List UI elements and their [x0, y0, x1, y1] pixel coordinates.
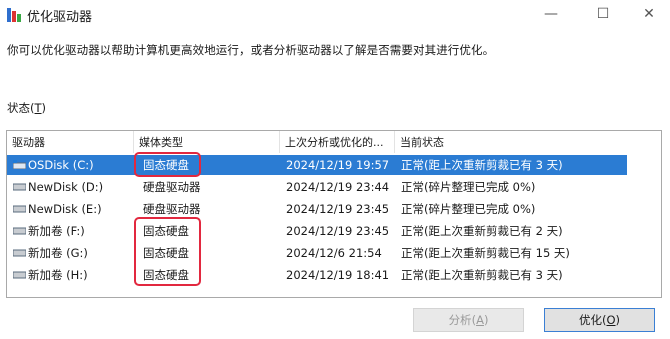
- column-header-media-type[interactable]: 媒体类型: [134, 131, 280, 153]
- media-type: 固态硬盘: [143, 158, 189, 172]
- media-type: 固态硬盘: [143, 246, 189, 260]
- last-run: 2024/12/19 19:57: [286, 158, 390, 172]
- drive-list[interactable]: 驱动器 媒体类型 上次分析或优化的... 当前状态 OSDisk (C:) 固态…: [6, 130, 662, 298]
- last-run: 2024/12/19 23:45: [286, 202, 390, 216]
- drive-name: NewDisk (D:): [28, 180, 104, 194]
- last-run: 2024/12/6 21:54: [286, 246, 382, 260]
- drive-row-f[interactable]: 新加卷 (F:) 固态硬盘 2024/12/19 23:45 正常(距上次重新剪…: [7, 221, 661, 241]
- last-run: 2024/12/19 23:44: [286, 180, 390, 194]
- window-title: 优化驱动器: [27, 10, 93, 25]
- list-header: 驱动器 媒体类型 上次分析或优化的... 当前状态: [7, 131, 661, 153]
- media-type: 硬盘驱动器: [143, 202, 201, 216]
- last-run: 2024/12/19 18:41: [286, 268, 390, 282]
- drive-name: 新加卷 (F:): [28, 224, 85, 238]
- current-status: 正常(距上次重新剪裁已有 2 天): [401, 224, 563, 238]
- current-status: 正常(碎片整理已完成 0%): [401, 180, 536, 194]
- drive-icon: [13, 227, 26, 235]
- drive-icon: [13, 183, 26, 191]
- drive-icon: [13, 205, 26, 213]
- drive-name: NewDisk (E:): [28, 202, 102, 216]
- optimize-button[interactable]: 优化(O): [544, 308, 655, 332]
- close-button[interactable]: ✕: [638, 4, 660, 24]
- column-header-drive[interactable]: 驱动器: [7, 131, 134, 153]
- drive-name: 新加卷 (H:): [28, 268, 88, 282]
- status-section-label: 状态(T): [7, 101, 47, 115]
- current-status: 正常(距上次重新剪裁已有 15 天): [401, 246, 570, 260]
- column-header-status[interactable]: 当前状态: [395, 131, 661, 153]
- analyze-button[interactable]: 分析(A): [413, 308, 524, 332]
- column-header-last-run[interactable]: 上次分析或优化的...: [280, 131, 395, 153]
- drive-name: OSDisk (C:): [28, 158, 94, 172]
- current-status: 正常(距上次重新剪裁已有 3 天): [401, 268, 563, 282]
- drive-row-c[interactable]: OSDisk (C:) 固态硬盘 2024/12/19 19:57 正常(距上次…: [7, 155, 627, 175]
- drive-name: 新加卷 (G:): [28, 246, 88, 260]
- drive-icon: [13, 249, 26, 257]
- drive-row-h[interactable]: 新加卷 (H:) 固态硬盘 2024/12/19 18:41 正常(距上次重新剪…: [7, 265, 661, 285]
- minimize-button[interactable]: —: [540, 4, 562, 24]
- drive-row-e[interactable]: NewDisk (E:) 硬盘驱动器 2024/12/19 23:45 正常(碎…: [7, 199, 661, 219]
- current-status: 正常(距上次重新剪裁已有 3 天): [401, 158, 563, 172]
- drive-row-g[interactable]: 新加卷 (G:) 固态硬盘 2024/12/6 21:54 正常(距上次重新剪裁…: [7, 243, 661, 263]
- description-text: 你可以优化驱动器以帮助计算机更高效地运行，或者分析驱动器以了解是否需要对其进行优…: [7, 43, 495, 57]
- title-bar: 优化驱动器 — ☐ ✕: [0, 0, 670, 30]
- maximize-button[interactable]: ☐: [592, 4, 614, 24]
- defrag-app-icon: [7, 8, 21, 22]
- last-run: 2024/12/19 23:45: [286, 224, 390, 238]
- drive-icon: [13, 160, 26, 169]
- current-status: 正常(碎片整理已完成 0%): [401, 202, 536, 216]
- media-type: 固态硬盘: [143, 268, 189, 282]
- media-type: 硬盘驱动器: [143, 180, 201, 194]
- drive-row-d[interactable]: NewDisk (D:) 硬盘驱动器 2024/12/19 23:44 正常(碎…: [7, 177, 661, 197]
- media-type: 固态硬盘: [143, 224, 189, 238]
- drive-icon: [13, 271, 26, 279]
